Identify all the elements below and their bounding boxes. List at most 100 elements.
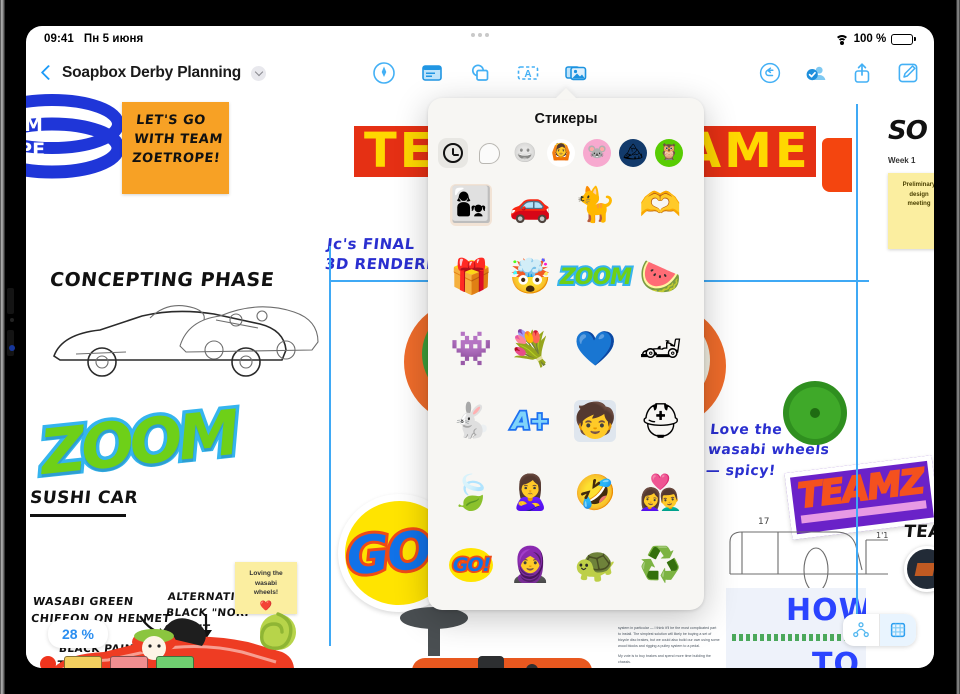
sticker-red-car-glyph: 🚗 bbox=[509, 186, 552, 224]
sticker-rofl-emoji[interactable]: 🤣 bbox=[560, 470, 631, 516]
smiley-face-icon: 😀 bbox=[513, 142, 537, 164]
right-side-document[interactable]: SO Week 1 Preliminary design meeting bbox=[878, 106, 934, 306]
svg-text:A: A bbox=[524, 69, 531, 80]
sticker-go-text[interactable]: GO! bbox=[442, 542, 501, 588]
insert-toolbar: A bbox=[372, 61, 588, 85]
sticker-mind-blown-memoji-glyph: 🤯 bbox=[509, 258, 552, 296]
media-tool[interactable] bbox=[564, 61, 588, 85]
category-pack-navy[interactable]: 🏔 bbox=[618, 138, 648, 168]
device-right-edge bbox=[956, 0, 960, 694]
team-zoetrope-logo: M OPE bbox=[26, 94, 125, 179]
sticker-grid[interactable]: 👩‍👧 🚗 🐈 🫶 🎁 🤯 ZOOM 🍉 👾 💐 💙 🏎 🐇 A+ 🧒 ⛑ 🍃 🙎‍♀️ 🤣 👩‍❤️‍👨 GO! 🧕 🐢 ♻… bbox=[428, 178, 704, 610]
grid-view-tool[interactable] bbox=[880, 614, 916, 646]
sticker-mind-blown-memoji[interactable]: 🤯 bbox=[501, 254, 560, 300]
sticky-note-tool[interactable] bbox=[420, 61, 444, 85]
text-box-tool[interactable]: A bbox=[516, 61, 540, 85]
dark-circle-sticker[interactable] bbox=[904, 546, 934, 592]
label-team-handwritten: TEAM bbox=[902, 522, 934, 542]
connectors-tool[interactable] bbox=[843, 614, 879, 646]
sticker-gift-box-glyph: 🎁 bbox=[450, 258, 493, 296]
decorative-green-band bbox=[732, 634, 860, 641]
sticker-a-plus-grade[interactable]: A+ bbox=[501, 398, 560, 444]
ipad-device-frame: 09:41 Пн 5 июня 100 % Soapbox Derby Plan… bbox=[0, 0, 960, 694]
wifi-icon bbox=[834, 34, 849, 45]
sticker-blue-heart[interactable]: 💙 bbox=[560, 326, 631, 372]
zoom-level-indicator[interactable]: 28 % bbox=[48, 620, 108, 648]
sticker-watermelon[interactable]: 🍉 bbox=[631, 254, 690, 300]
sushi-car-underline bbox=[30, 514, 126, 517]
volume-up-button[interactable] bbox=[7, 288, 14, 314]
selection-guide-vertical-right bbox=[856, 104, 858, 630]
swatch-yellow[interactable] bbox=[64, 656, 102, 668]
navigation-bar: Soapbox Derby Planning A bbox=[26, 52, 934, 94]
category-pack-pink[interactable]: 🐭 bbox=[582, 138, 612, 168]
sticker-photo-child[interactable]: 🧒 bbox=[560, 398, 631, 444]
sticker-zoom-text[interactable]: ZOOM bbox=[558, 254, 634, 300]
sticker-photo-two-people[interactable]: 👩‍👧 bbox=[442, 182, 501, 228]
sticker-photo-child-glyph: 🧒 bbox=[574, 400, 617, 442]
navy-landscape-pack-icon: 🏔 bbox=[619, 139, 647, 167]
team-banner-letter: E bbox=[774, 123, 808, 179]
sticker-red-helmet[interactable]: ⛑ bbox=[631, 398, 690, 444]
share-button[interactable] bbox=[850, 61, 874, 85]
sticker-a-plus-grade-glyph: A+ bbox=[510, 405, 551, 437]
swatch-red-dot[interactable] bbox=[40, 656, 56, 668]
popover-arrow bbox=[555, 88, 577, 99]
swatch-pink[interactable] bbox=[110, 656, 148, 668]
volume-down-button[interactable] bbox=[7, 330, 14, 356]
zoom-sticker[interactable]: ZOOM bbox=[33, 392, 243, 492]
ipad-screen: 09:41 Пн 5 июня 100 % Soapbox Derby Plan… bbox=[26, 26, 934, 668]
sticker-heart-hands-glyph: 🫶 bbox=[639, 186, 682, 224]
sticky-note-right[interactable]: Preliminary design meeting bbox=[888, 173, 934, 249]
how-to-enter-line-2: TO bbox=[812, 647, 860, 668]
sticker-flaming-car[interactable]: 🏎 bbox=[631, 326, 690, 372]
orange-shape bbox=[822, 138, 852, 192]
team-banner-letter: M bbox=[724, 123, 772, 179]
sticker-monster-mouth[interactable]: 👾 bbox=[442, 326, 501, 372]
swatch-green[interactable] bbox=[156, 656, 194, 668]
team-banner-letter: T bbox=[364, 123, 397, 179]
canvas-view-tools bbox=[843, 614, 916, 646]
sticker-rabbit-glyph: 🐇 bbox=[450, 402, 493, 440]
sticker-couple-hug-glyph: 👩‍❤️‍👨 bbox=[639, 474, 682, 512]
notes-document[interactable]: system in particular — I think it'll be … bbox=[614, 622, 724, 668]
category-recents[interactable] bbox=[438, 138, 468, 168]
sticker-monstera-leaf[interactable]: 🍃 bbox=[442, 470, 501, 516]
undo-button[interactable] bbox=[758, 61, 782, 85]
table-illustration bbox=[400, 607, 592, 668]
svg-text:OPE: OPE bbox=[26, 139, 45, 161]
collaborate-button[interactable] bbox=[804, 61, 828, 85]
memoji-pack-icon: 🙆 bbox=[547, 139, 575, 167]
sticker-heart-hands[interactable]: 🫶 bbox=[631, 182, 690, 228]
dimension-label: 17 bbox=[758, 517, 769, 527]
shapes-tool[interactable] bbox=[468, 61, 492, 85]
markup-pen-tool[interactable] bbox=[372, 61, 396, 85]
sticker-peel-icon bbox=[478, 142, 500, 164]
category-pack-memoji[interactable]: 🙆 bbox=[546, 138, 576, 168]
sticker-person-scarf[interactable]: 🧕 bbox=[501, 542, 560, 588]
sticker-red-car[interactable]: 🚗 bbox=[501, 182, 560, 228]
chevron-down-icon[interactable] bbox=[251, 65, 267, 81]
sticker-zoom-text-glyph: ZOOM bbox=[558, 263, 634, 292]
dimension-label: 1'1 bbox=[876, 531, 888, 540]
category-pack-green[interactable]: 🦉 bbox=[654, 138, 684, 168]
sticker-cat[interactable]: 🐈 bbox=[560, 182, 631, 228]
category-stickers[interactable] bbox=[474, 138, 504, 168]
sticky-note-orange[interactable]: LET'S GO WITH TEAM ZOETROPE! bbox=[122, 102, 229, 194]
sticker-flower-bouquet[interactable]: 💐 bbox=[501, 326, 560, 372]
sticker-memoji-girl[interactable]: 🙎‍♀️ bbox=[501, 470, 560, 516]
status-bar: 09:41 Пн 5 июня 100 % bbox=[26, 26, 934, 52]
sticker-recycle-symbol-glyph: ♻️ bbox=[639, 546, 682, 584]
back-chevron-icon[interactable] bbox=[40, 63, 52, 83]
sticker-rabbit[interactable]: 🐇 bbox=[442, 398, 501, 444]
stickers-popover[interactable]: Стикеры 😀 🙆 🐭 🏔 bbox=[428, 98, 704, 610]
sticker-category-row: 😀 🙆 🐭 🏔 🦉 bbox=[428, 138, 704, 178]
microphone-hole bbox=[10, 318, 14, 322]
sticker-tortoise[interactable]: 🐢 bbox=[560, 542, 631, 588]
sticker-recycle-symbol[interactable]: ♻️ bbox=[631, 542, 690, 588]
sticker-couple-hug[interactable]: 👩‍❤️‍👨 bbox=[631, 470, 690, 516]
sticker-gift-box[interactable]: 🎁 bbox=[442, 254, 501, 300]
compose-button[interactable] bbox=[896, 61, 920, 85]
car-sketch-top-right bbox=[179, 306, 319, 360]
category-emoji[interactable]: 😀 bbox=[510, 138, 540, 168]
